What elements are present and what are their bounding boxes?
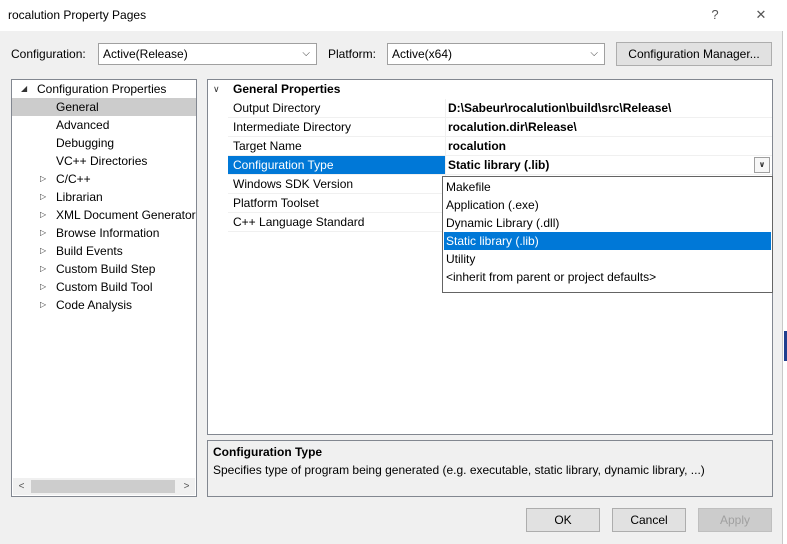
category-general-properties[interactable]: ∨ General Properties <box>208 80 772 99</box>
configuration-value: Active(Release) <box>103 47 188 61</box>
property-value-configuration-type[interactable]: Static library (.lib) ∨ <box>446 156 772 175</box>
chevron-down-icon: ⌵ <box>590 48 598 59</box>
tree-item-label: C/C++ <box>56 172 91 186</box>
tree-item-label: Librarian <box>56 190 103 204</box>
property-name-windows-sdk-version[interactable]: Windows SDK Version <box>228 175 446 194</box>
tree-item-label: Debugging <box>56 136 115 150</box>
property-value-text: rocalution.dir\Release\ <box>448 120 577 134</box>
tree-item-debugging[interactable]: Debugging <box>12 134 196 152</box>
apply-button[interactable]: Apply <box>698 508 772 532</box>
tree-item-custom-build-tool[interactable]: ▷ Custom Build Tool <box>12 278 196 296</box>
tree-item-xml-document-generator[interactable]: ▷ XML Document Generator <box>12 206 196 224</box>
chevron-down-icon: ⌵ <box>302 48 310 59</box>
property-name-configuration-type[interactable]: Configuration Type <box>228 156 446 175</box>
collapsed-triangle-icon[interactable]: ▷ <box>40 206 46 224</box>
property-value-text: D:\Sabeur\rocalution\build\src\Release\ <box>448 101 672 115</box>
platform-value: Active(x64) <box>392 47 453 61</box>
tree-root-configuration-properties[interactable]: ◢ Configuration Properties <box>12 80 196 98</box>
collapsed-triangle-icon[interactable]: ▷ <box>40 224 46 242</box>
description-pane: Configuration Type Specifies type of pro… <box>207 440 773 497</box>
property-pages-dialog: rocalution Property Pages ? ✕ Configurat… <box>0 0 783 544</box>
title-bar: rocalution Property Pages ? ✕ <box>0 0 783 31</box>
tree-item-build-events[interactable]: ▷ Build Events <box>12 242 196 260</box>
tree-item-code-analysis[interactable]: ▷ Code Analysis <box>12 296 196 314</box>
property-value-target-name[interactable]: rocalution <box>446 137 772 156</box>
dropdown-option[interactable]: <inherit from parent or project defaults… <box>444 268 771 286</box>
tree-horizontal-scrollbar[interactable]: < > <box>13 478 195 495</box>
tree-item-label: Browse Information <box>56 226 160 240</box>
collapsed-triangle-icon[interactable]: ▷ <box>40 242 46 260</box>
tree-item-advanced[interactable]: Advanced <box>12 116 196 134</box>
configuration-label: Configuration: <box>11 47 86 61</box>
tree-item-label: Custom Build Step <box>56 262 156 276</box>
tree-item-librarian[interactable]: ▷ Librarian <box>12 188 196 206</box>
platform-select[interactable]: Active(x64) ⌵ <box>387 43 605 65</box>
description-text: Specifies type of program being generate… <box>213 463 705 477</box>
tree-root-label: Configuration Properties <box>37 82 167 96</box>
property-value-intermediate-directory[interactable]: rocalution.dir\Release\ <box>446 118 772 137</box>
tree-item-vc-directories[interactable]: VC++ Directories <box>12 152 196 170</box>
tree-item-general[interactable]: General <box>12 98 196 116</box>
dropdown-option[interactable]: Utility <box>444 250 771 268</box>
cancel-button[interactable]: Cancel <box>612 508 686 532</box>
tree-item-browse-information[interactable]: ▷ Browse Information <box>12 224 196 242</box>
tree-item-label: Advanced <box>56 118 110 132</box>
property-name-target-name[interactable]: Target Name <box>228 137 446 156</box>
dropdown-arrow-icon[interactable]: ∨ <box>754 157 770 173</box>
category-label: General Properties <box>233 82 341 96</box>
configuration-select[interactable]: Active(Release) ⌵ <box>98 43 317 65</box>
help-button[interactable]: ? <box>700 2 730 28</box>
tree-item-label: XML Document Generator <box>56 208 196 222</box>
collapsed-triangle-icon[interactable]: ▷ <box>40 296 46 314</box>
property-value-text: rocalution <box>448 139 507 153</box>
tree-item-custom-build-step[interactable]: ▷ Custom Build Step <box>12 260 196 278</box>
collapsed-triangle-icon[interactable]: ▷ <box>40 278 46 296</box>
tree-item-label: VC++ Directories <box>56 154 148 168</box>
configuration-manager-button[interactable]: Configuration Manager... <box>616 42 772 66</box>
property-value-output-directory[interactable]: D:\Sabeur\rocalution\build\src\Release\ <box>446 99 772 118</box>
tree-item-label: Build Events <box>56 244 123 258</box>
collapse-chevron-icon[interactable]: ∨ <box>213 84 220 95</box>
property-name-platform-toolset[interactable]: Platform Toolset <box>228 194 446 213</box>
tree-item-label: Custom Build Tool <box>56 280 153 294</box>
expanded-triangle-icon[interactable]: ◢ <box>21 80 27 98</box>
property-name-output-directory[interactable]: Output Directory <box>228 99 446 118</box>
description-title: Configuration Type <box>213 445 323 459</box>
tree-item-label: Code Analysis <box>56 298 133 312</box>
settings-tree: ◢ Configuration Properties General Advanc… <box>11 79 197 497</box>
collapsed-triangle-icon[interactable]: ▷ <box>40 170 46 188</box>
collapsed-triangle-icon[interactable]: ▷ <box>40 260 46 278</box>
close-button[interactable]: ✕ <box>746 2 776 28</box>
ok-button[interactable]: OK <box>526 508 600 532</box>
property-name-intermediate-directory[interactable]: Intermediate Directory <box>228 118 446 137</box>
scrollbar-thumb[interactable] <box>31 480 175 493</box>
property-name-c-language-standard[interactable]: C++ Language Standard <box>228 213 446 232</box>
dropdown-option[interactable]: Application (.exe) <box>444 196 771 214</box>
tree-item-c-c[interactable]: ▷ C/C++ <box>12 170 196 188</box>
configuration-type-dropdown-list: Makefile Application (.exe) Dynamic Librar… <box>442 176 773 293</box>
window-title: rocalution Property Pages <box>8 8 147 22</box>
dropdown-option[interactable]: Static library (.lib) <box>444 232 771 250</box>
scroll-right-icon[interactable]: > <box>178 478 195 495</box>
scroll-left-icon[interactable]: < <box>13 478 30 495</box>
dropdown-option[interactable]: Makefile <box>444 178 771 196</box>
dropdown-option[interactable]: Dynamic Library (.dll) <box>444 214 771 232</box>
property-value-text: Static library (.lib) <box>448 158 550 172</box>
collapsed-triangle-icon[interactable]: ▷ <box>40 188 46 206</box>
platform-label: Platform: <box>328 47 377 61</box>
tree-item-label: General <box>56 100 99 114</box>
